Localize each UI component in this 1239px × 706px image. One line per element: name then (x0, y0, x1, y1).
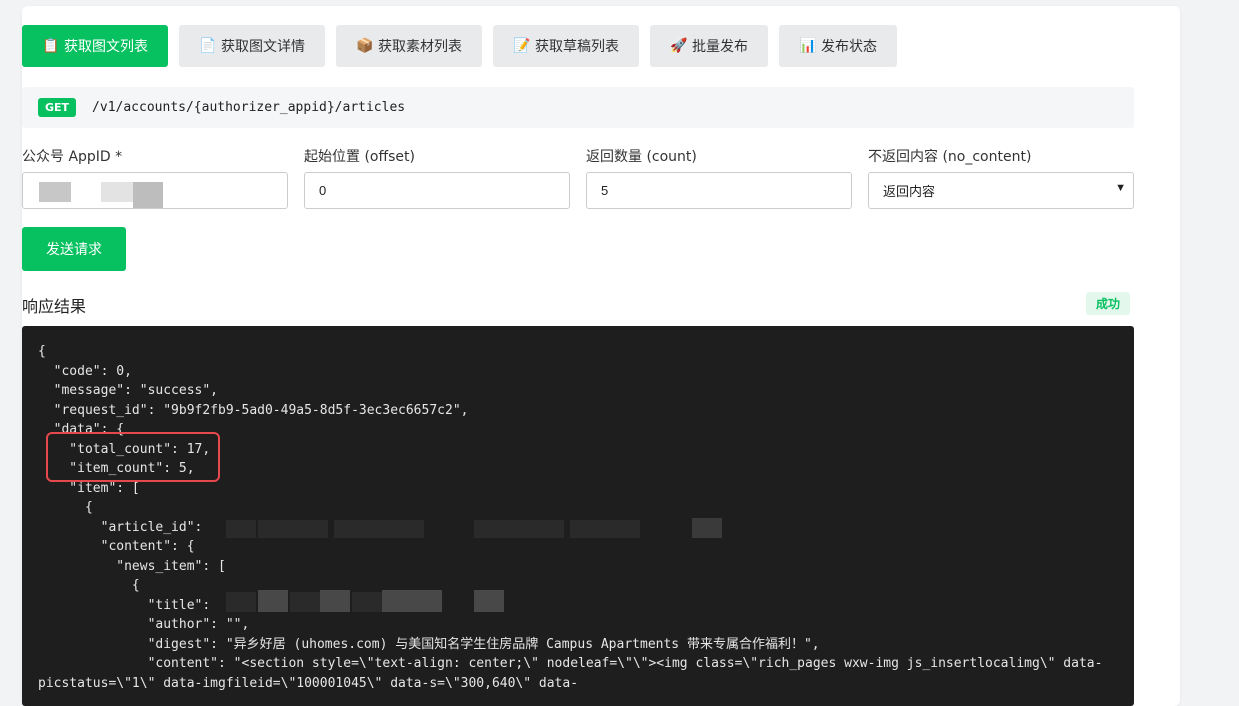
tab-get-material-list[interactable]: 📦 获取素材列表 (336, 25, 482, 67)
tab-get-article-list[interactable]: 📋 获取图文列表 (22, 25, 168, 67)
tab-label: 发布状态 (821, 39, 877, 55)
redacted-block (334, 520, 424, 538)
tab-get-draft-list[interactable]: 📝 获取草稿列表 (493, 25, 639, 67)
no-content-select-wrap: 返回内容 ▼ (868, 172, 1134, 209)
page-icon: 📄 (199, 38, 217, 54)
appid-label: 公众号 AppID * (22, 149, 123, 165)
redacted-block (382, 590, 442, 612)
endpoint-path: /v1/accounts/{authorizer_appid}/articles (92, 100, 406, 115)
highlight-box (46, 432, 220, 482)
clipboard-icon: 📋 (42, 38, 60, 54)
offset-field-group: 起始位置 (offset) 0 (304, 146, 570, 209)
package-icon: 📦 (356, 38, 374, 54)
response-title: 响应结果 (22, 297, 87, 316)
count-field-group: 返回数量 (count) 5 (586, 146, 852, 209)
offset-input[interactable]: 0 (304, 172, 570, 209)
redacted-block (352, 592, 382, 612)
redacted-block (474, 520, 564, 538)
response-json: { "code": 0, "message": "success", "requ… (38, 344, 1103, 691)
no-content-label: 不返回内容 (no_content) (868, 149, 1032, 165)
redacted-block (290, 592, 320, 612)
count-input[interactable]: 5 (586, 172, 852, 209)
tab-label: 获取图文列表 (64, 39, 148, 55)
redacted-block (258, 520, 328, 538)
redacted-block (226, 592, 256, 612)
redacted-block (692, 518, 722, 538)
redacted-block (101, 182, 133, 202)
redacted-block (474, 590, 504, 612)
no-content-field-group: 不返回内容 (no_content) 返回内容 ▼ (868, 146, 1134, 209)
api-tabs: 📋 获取图文列表 📄 获取图文详情 📦 获取素材列表 📝 获取草稿列表 🚀 批量发布 📊 发… (22, 25, 908, 67)
tab-publish-status[interactable]: 📊 发布状态 (779, 25, 897, 67)
endpoint-bar: GET /v1/accounts/{authorizer_appid}/arti… (22, 87, 1134, 128)
tab-label: 批量发布 (692, 39, 748, 55)
memo-icon: 📝 (513, 38, 531, 54)
appid-field-group: 公众号 AppID * (22, 146, 288, 209)
redacted-block (320, 590, 350, 612)
tab-label: 获取图文详情 (221, 39, 305, 55)
send-request-button[interactable]: 发送请求 (22, 227, 126, 271)
bar-chart-icon: 📊 (799, 38, 817, 54)
status-badge: 成功 (1086, 292, 1131, 315)
appid-input[interactable] (22, 172, 288, 209)
tab-batch-publish[interactable]: 🚀 批量发布 (650, 25, 768, 67)
count-label: 返回数量 (count) (586, 149, 697, 165)
http-method-badge: GET (38, 98, 77, 117)
redacted-block (39, 182, 71, 202)
redacted-block (570, 520, 640, 538)
response-code-block: { "code": 0, "message": "success", "requ… (22, 326, 1134, 706)
rocket-icon: 🚀 (670, 38, 688, 54)
redacted-block (258, 590, 288, 612)
redacted-block (226, 520, 256, 538)
no-content-select[interactable]: 返回内容 (868, 172, 1134, 209)
tab-label: 获取草稿列表 (535, 39, 619, 55)
tab-get-article-detail[interactable]: 📄 获取图文详情 (179, 25, 325, 67)
redacted-block (133, 182, 163, 208)
tab-label: 获取素材列表 (378, 39, 462, 55)
offset-label: 起始位置 (offset) (304, 149, 415, 165)
